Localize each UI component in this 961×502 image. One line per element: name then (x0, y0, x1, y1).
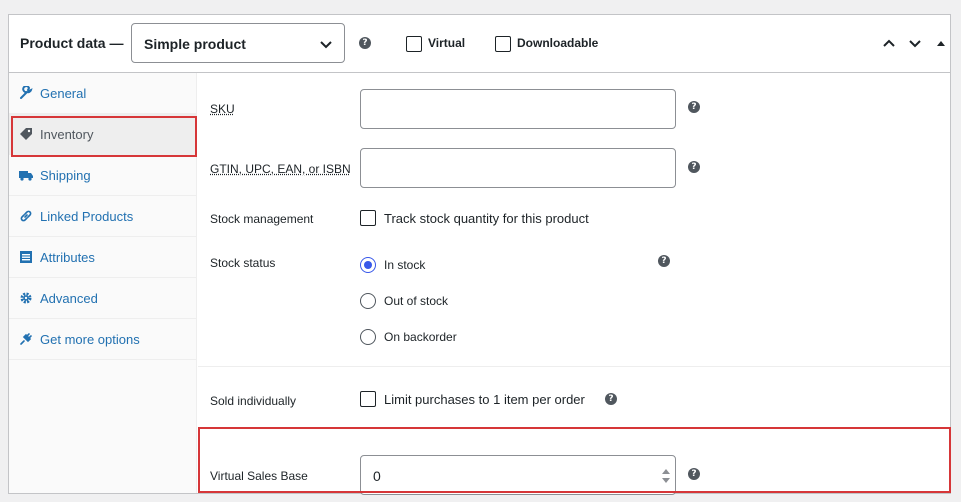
section-divider (198, 366, 950, 367)
virtual-sales-base-highlight (198, 427, 951, 493)
move-down-icon[interactable] (907, 35, 923, 51)
gear-icon (20, 292, 32, 304)
wrench-icon (20, 86, 33, 99)
on-backorder-label: On backorder (384, 330, 457, 344)
tab-advanced-label: Advanced (40, 291, 98, 306)
tab-linked-products-label: Linked Products (40, 209, 134, 224)
stock-status-on-backorder-radio[interactable] (360, 329, 376, 345)
tab-attributes-label: Attributes (40, 250, 95, 265)
inventory-tab-highlight (11, 116, 197, 157)
truck-icon (19, 171, 33, 181)
tab-linked-products[interactable]: Linked Products (9, 196, 197, 237)
virtual-label: Virtual (428, 36, 466, 50)
downloadable-label: Downloadable (517, 36, 599, 50)
link-icon (20, 210, 32, 222)
tab-shipping-label: Shipping (40, 168, 91, 183)
stock-status-help-icon[interactable]: ? (658, 255, 670, 267)
product-type-select[interactable]: Simple product (131, 23, 345, 63)
virtual-checkbox[interactable] (406, 36, 422, 52)
sku-help-icon[interactable]: ? (688, 101, 700, 113)
tab-general-label: General (40, 86, 87, 101)
tab-shipping[interactable]: Shipping (9, 155, 197, 196)
downloadable-checkbox[interactable] (495, 36, 511, 52)
out-of-stock-label: Out of stock (384, 294, 449, 308)
tab-attributes[interactable]: Attributes (9, 237, 197, 278)
collapse-toggle-icon[interactable] (933, 35, 949, 51)
sold-individually-help-icon[interactable]: ? (605, 393, 617, 405)
sku-label: SKU (210, 102, 235, 116)
product-type-value: Simple product (144, 36, 246, 52)
gtin-help-icon[interactable]: ? (688, 161, 700, 173)
gtin-label: GTIN, UPC, EAN, or ISBN (210, 162, 351, 176)
product-data-header: Product data — Simple product ? Virtual … (9, 15, 950, 73)
plugin-icon (20, 333, 32, 345)
product-data-panel: Product data — Simple product ? Virtual … (8, 14, 951, 495)
tab-get-more-options-label: Get more options (40, 332, 140, 347)
move-up-icon[interactable] (881, 35, 897, 51)
gtin-input[interactable] (360, 148, 676, 188)
help-icon[interactable]: ? (359, 37, 371, 49)
stock-status-in-stock-radio[interactable] (360, 257, 376, 273)
sku-input[interactable] (360, 89, 676, 129)
stock-management-label: Stock management (210, 212, 314, 226)
tab-advanced[interactable]: Advanced (9, 278, 197, 319)
stock-status-label: Stock status (210, 256, 276, 270)
sold-individually-checkbox[interactable] (360, 391, 376, 407)
track-stock-label: Track stock quantity for this product (384, 211, 589, 226)
stock-status-out-of-stock-radio[interactable] (360, 293, 376, 309)
list-icon (20, 251, 32, 263)
tab-general[interactable]: General (9, 73, 197, 114)
chevron-down-icon (320, 41, 332, 49)
tab-get-more-options[interactable]: Get more options (9, 319, 197, 360)
sold-individually-checkbox-label: Limit purchases to 1 item per order (384, 392, 585, 407)
panel-title: Product data — (20, 35, 124, 51)
track-stock-checkbox[interactable] (360, 210, 376, 226)
sold-individually-label: Sold individually (210, 394, 297, 408)
in-stock-label: In stock (384, 258, 426, 272)
